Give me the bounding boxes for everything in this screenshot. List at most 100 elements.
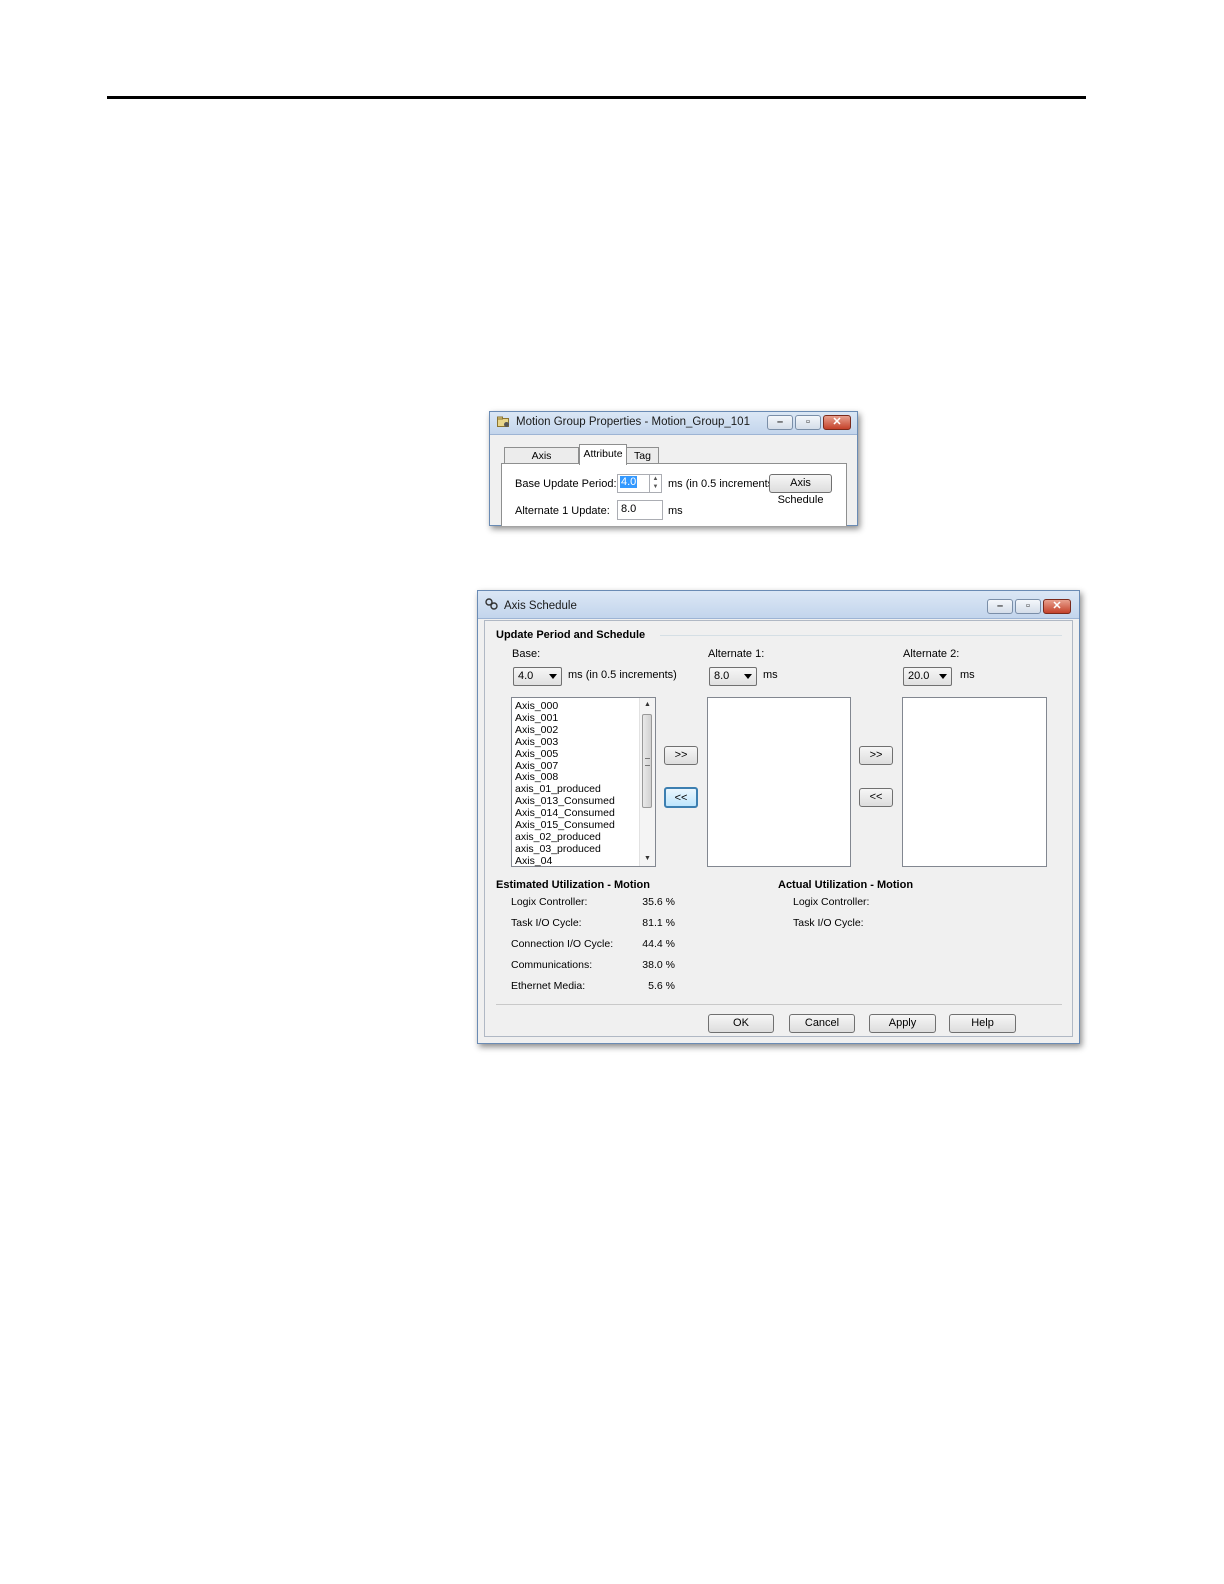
button-label: Apply (888, 1017, 917, 1029)
axis-schedule-window: Axis Schedule – ▫ ✕ Update Period and Sc… (477, 590, 1080, 1044)
motion-group-properties-window: Motion Group Properties - Motion_Group_1… (489, 411, 858, 526)
axis-list-items: Axis_000 Axis_001 Axis_002 Axis_003 Axis_005… (515, 700, 615, 868)
row-label: Connection I/O Cycle: (511, 938, 614, 950)
button-label: >> (869, 749, 883, 761)
base-period-select[interactable]: 4.0 (513, 667, 562, 686)
apply-button[interactable]: Apply (869, 1014, 936, 1033)
axis-list-item[interactable]: Axis_003 (515, 736, 615, 749)
close-button[interactable]: ✕ (823, 415, 851, 430)
maximize-icon: ▫ (1026, 600, 1030, 612)
chevron-down-icon (744, 674, 752, 679)
row-value: 35.6 % (642, 896, 675, 908)
base-label: Base: (512, 648, 541, 660)
utilization-row: Logix Controller: 35.6 % (511, 896, 681, 917)
maximize-icon: ▫ (806, 416, 810, 428)
button-label: << (674, 792, 688, 804)
minimize-button[interactable]: – (767, 415, 793, 430)
row-label: Logix Controller: (793, 896, 870, 908)
ok-button[interactable]: OK (708, 1014, 774, 1033)
close-icon: ✕ (832, 416, 842, 428)
close-button[interactable]: ✕ (1043, 599, 1071, 614)
utilization-row: Task I/O Cycle: (793, 917, 963, 938)
row-value: 5.6 % (648, 980, 675, 992)
tab-label: Attribute (583, 448, 623, 460)
axis-schedule-icon (485, 598, 498, 610)
alternate1-axis-list[interactable] (707, 697, 851, 867)
tab-axis-assignment[interactable]: Axis Assignment (504, 447, 579, 478)
move-to-alternate1-from-alt2-button[interactable]: << (859, 788, 893, 807)
move-to-alternate2-button[interactable]: >> (859, 746, 893, 765)
base-axis-list[interactable]: Axis_000 Axis_001 Axis_002 Axis_003 Axis_005… (511, 697, 656, 867)
close-icon: ✕ (1052, 600, 1062, 612)
actual-utilization-title: Actual Utilization - Motion (778, 879, 914, 891)
move-to-alternate1-button[interactable]: >> (664, 746, 698, 765)
alternate1-update-label: Alternate 1 Update: (515, 505, 610, 517)
alternate1-update-units: ms (668, 505, 683, 517)
axis-list-item[interactable]: Axis_002 (515, 724, 615, 737)
vertical-scrollbar[interactable]: ▲ ▼ (639, 698, 655, 866)
tab-attribute[interactable]: Attribute (579, 444, 627, 465)
actual-utilization-rows: Logix Controller: Task I/O Cycle: (793, 896, 963, 938)
minimize-icon: – (996, 600, 1004, 612)
base-period-value: 4.0 (518, 670, 534, 682)
row-label: Task I/O Cycle: (511, 917, 582, 929)
base-update-label: Base Update Period: (515, 478, 617, 490)
row-label: Communications: (511, 959, 593, 971)
base-units: ms (in 0.5 increments) (568, 669, 677, 681)
scroll-thumb[interactable] (642, 714, 652, 808)
alternate1-update-input[interactable]: 8.0 (617, 500, 663, 520)
alternate2-period-value: 20.0 (908, 670, 930, 682)
spin-buttons[interactable]: ▲ ▼ (649, 475, 661, 492)
cancel-button[interactable]: Cancel (789, 1014, 855, 1033)
base-update-input[interactable]: 4.0 ▲ ▼ (617, 474, 662, 493)
utilization-row: Ethernet Media: 5.6 % (511, 980, 681, 1001)
move-to-base-button[interactable]: << (664, 787, 698, 808)
group-divider (660, 635, 1062, 636)
chevron-down-icon (939, 674, 947, 679)
axis-list-item[interactable]: Axis_04 (515, 855, 615, 868)
row-label: Task I/O Cycle: (793, 917, 864, 929)
minimize-button[interactable]: – (987, 599, 1013, 614)
estimated-utilization-title: Estimated Utilization - Motion (496, 879, 650, 891)
alternate1-period-select[interactable]: 8.0 (709, 667, 757, 686)
button-label: Help (971, 1017, 994, 1029)
group-title: Update Period and Schedule (496, 629, 646, 641)
maximize-button[interactable]: ▫ (795, 415, 821, 430)
alternate2-axis-list[interactable] (902, 697, 1047, 867)
utilization-row: Connection I/O Cycle: 44.4 % (511, 938, 681, 959)
axis-schedule-button[interactable]: Axis Schedule (769, 474, 832, 506)
button-label: OK (733, 1017, 749, 1029)
utilization-row: Task I/O Cycle: 81.1 % (511, 917, 681, 938)
axis-list-item[interactable]: axis_03_produced (515, 843, 615, 856)
scroll-down-icon[interactable]: ▼ (640, 852, 655, 866)
spin-down-icon[interactable]: ▼ (650, 483, 661, 491)
chevron-down-icon (549, 674, 557, 679)
row-value: 44.4 % (642, 938, 675, 950)
button-label: Cancel (804, 1017, 840, 1029)
minimize-icon: – (776, 416, 784, 428)
alternate2-period-select[interactable]: 20.0 (903, 667, 952, 686)
alternate1-units: ms (763, 669, 778, 681)
button-label: << (869, 791, 883, 803)
alternate2-units: ms (960, 669, 975, 681)
tab-tag[interactable]: Tag (626, 447, 659, 464)
window-title: Axis Schedule (504, 600, 577, 612)
page-rule (107, 96, 1086, 99)
spin-up-icon[interactable]: ▲ (650, 475, 661, 483)
alternate1-update-value: 8.0 (621, 503, 637, 515)
alternate2-label: Alternate 2: (903, 648, 960, 660)
row-label: Logix Controller: (511, 896, 588, 908)
button-label: Axis Schedule (777, 477, 824, 506)
row-label: Ethernet Media: (511, 980, 586, 992)
axis-list-item[interactable]: Axis_005 (515, 748, 615, 761)
estimated-utilization-rows: Logix Controller: 35.6 % Task I/O Cycle:… (511, 896, 681, 1001)
alternate1-period-value: 8.0 (714, 670, 730, 682)
title-bar: Axis Schedule – ▫ ✕ (478, 591, 1079, 619)
scroll-up-icon[interactable]: ▲ (640, 698, 655, 712)
utilization-row: Communications: 38.0 % (511, 959, 681, 980)
help-button[interactable]: Help (949, 1014, 1016, 1033)
base-update-units: ms (in 0.5 increments.) (668, 478, 780, 490)
maximize-button[interactable]: ▫ (1015, 599, 1041, 614)
button-divider (496, 1004, 1062, 1005)
grip-icon (645, 758, 650, 766)
